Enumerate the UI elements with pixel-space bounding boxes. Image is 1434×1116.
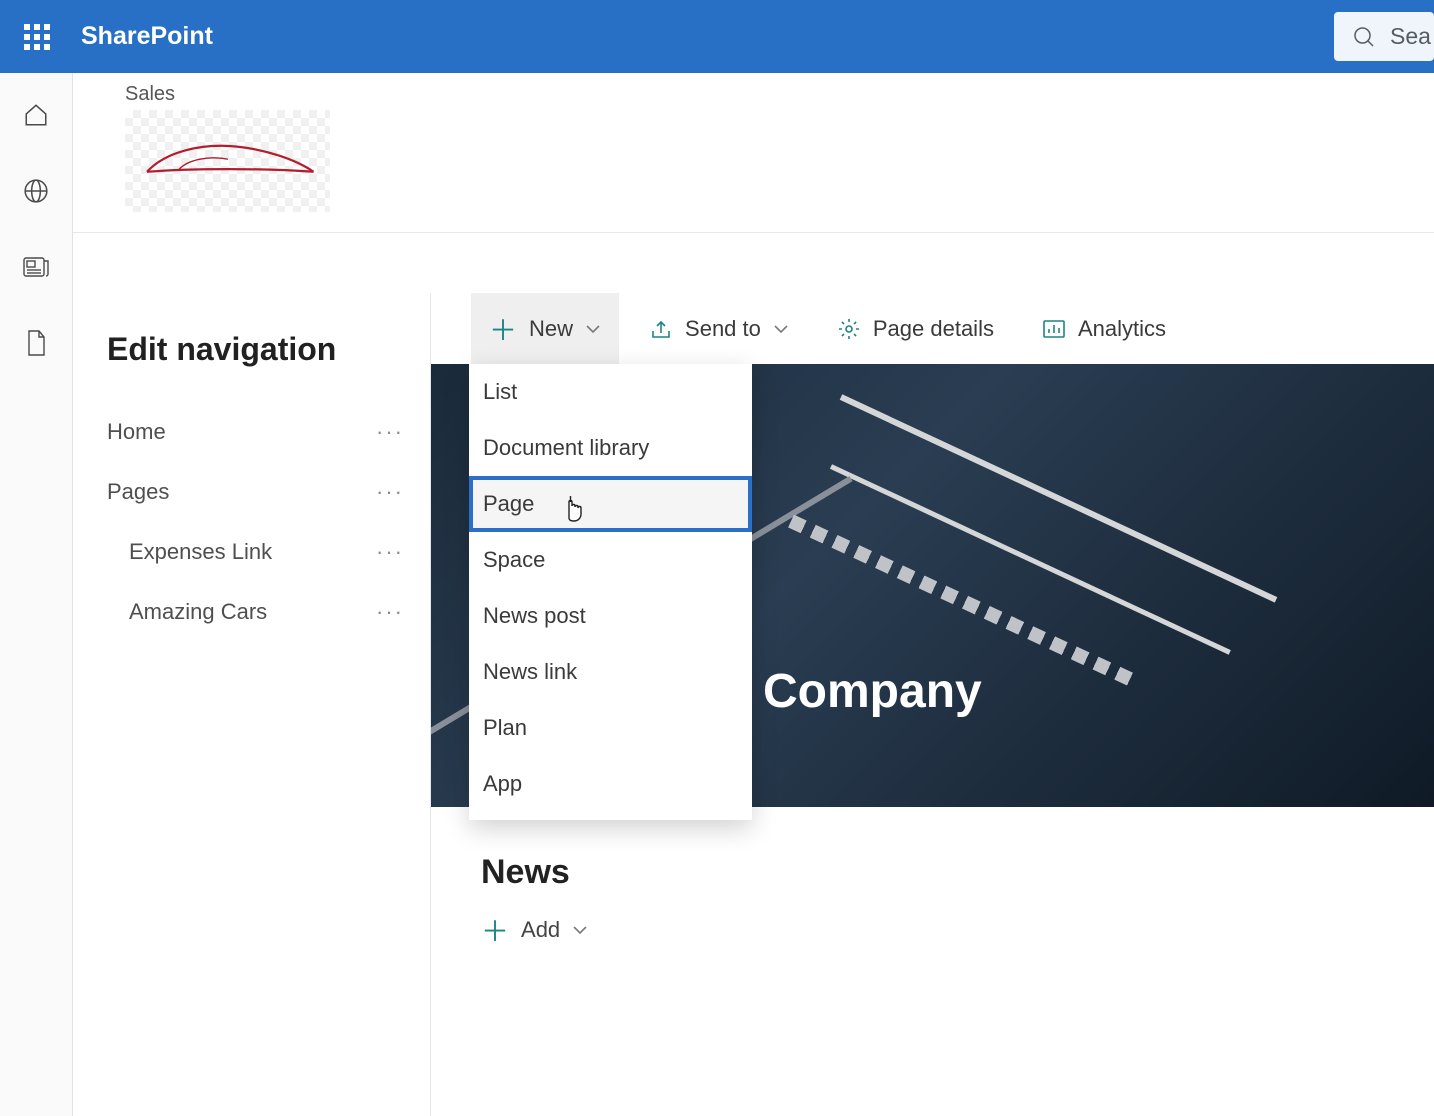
globe-icon[interactable] — [22, 177, 50, 205]
news-heading: News — [481, 853, 588, 892]
site-header: Sales — [73, 73, 1434, 233]
chevron-down-icon — [773, 324, 789, 334]
share-icon — [649, 317, 673, 341]
more-icon[interactable]: ··· — [376, 599, 410, 625]
page-details-button[interactable]: Page details — [819, 293, 1012, 364]
nav-item[interactable]: Amazing Cars ··· — [107, 582, 410, 642]
nav-item[interactable]: Home ··· — [107, 402, 410, 462]
new-dropdown-menu: List Document library Page Space News post Ne… — [469, 364, 752, 820]
nav-item-label: Expenses Link — [107, 539, 272, 565]
analytics-button[interactable]: Analytics — [1024, 293, 1184, 364]
dropdown-item-label: Document library — [483, 435, 649, 461]
news-icon[interactable] — [22, 253, 50, 281]
dropdown-item-label: News link — [483, 659, 577, 685]
more-icon[interactable]: ··· — [376, 419, 410, 445]
more-icon[interactable]: ··· — [376, 479, 410, 505]
command-bar: ＋ New Send to Page details — [431, 293, 1434, 364]
nav-item-label: Home — [107, 419, 166, 445]
suite-header: SharePoint Sea — [0, 0, 1434, 73]
news-add-label: Add — [521, 917, 560, 943]
dropdown-item-label: Page — [483, 491, 534, 517]
main-content: Edit navigation Home···Pages···Expenses … — [73, 293, 1434, 1116]
brand-label[interactable]: SharePoint — [81, 22, 213, 51]
dropdown-item-news-link[interactable]: News link — [469, 644, 752, 700]
chart-icon — [1042, 317, 1066, 341]
dropdown-item-label: News post — [483, 603, 586, 629]
file-icon[interactable] — [22, 329, 50, 357]
news-add-button[interactable]: ＋ Add — [481, 910, 588, 950]
page-details-label: Page details — [873, 316, 994, 342]
dropdown-item-news-post[interactable]: News post — [469, 588, 752, 644]
page-content: ＋ New Send to Page details — [431, 293, 1434, 1116]
search-placeholder: Sea — [1390, 23, 1431, 50]
chevron-down-icon — [585, 324, 601, 334]
dropdown-item-list[interactable]: List — [469, 364, 752, 420]
edit-navigation-panel: Edit navigation Home···Pages···Expenses … — [73, 293, 431, 1116]
dropdown-item-document-library[interactable]: Document library — [469, 420, 752, 476]
news-section: News ＋ Add — [481, 853, 588, 950]
new-button[interactable]: ＋ New — [471, 293, 619, 364]
new-button-label: New — [529, 316, 573, 342]
nav-item-label: Amazing Cars — [107, 599, 267, 625]
dropdown-item-space[interactable]: Space — [469, 532, 752, 588]
nav-panel-title: Edit navigation — [107, 331, 410, 368]
pointer-cursor-icon — [561, 492, 587, 522]
search-icon — [1352, 25, 1376, 49]
plus-icon: ＋ — [489, 309, 517, 349]
car-logo-image — [138, 131, 318, 191]
analytics-label: Analytics — [1078, 316, 1166, 342]
app-launcher-button[interactable] — [0, 0, 73, 73]
dropdown-item-page[interactable]: Page — [469, 476, 752, 532]
send-to-label: Send to — [685, 316, 761, 342]
site-name[interactable]: Sales — [125, 83, 1382, 106]
hero-title-fragment: r Company — [731, 664, 982, 719]
chevron-down-icon — [572, 925, 588, 935]
dropdown-item-label: List — [483, 379, 517, 405]
dropdown-item-plan[interactable]: Plan — [469, 700, 752, 756]
nav-item-label: Pages — [107, 479, 169, 505]
dropdown-item-label: Space — [483, 547, 545, 573]
app-nav-rail — [0, 73, 73, 1116]
send-to-button[interactable]: Send to — [631, 293, 807, 364]
plus-icon: ＋ — [481, 910, 509, 950]
more-icon[interactable]: ··· — [376, 539, 410, 565]
dropdown-item-label: Plan — [483, 715, 527, 741]
search-box[interactable]: Sea — [1334, 12, 1434, 61]
dropdown-item-app[interactable]: App — [469, 756, 752, 812]
site-logo[interactable] — [125, 110, 330, 212]
dropdown-item-label: App — [483, 771, 522, 797]
waffle-icon — [24, 24, 50, 50]
home-icon[interactable] — [22, 101, 50, 129]
gear-icon — [837, 317, 861, 341]
nav-item[interactable]: Expenses Link ··· — [107, 522, 410, 582]
nav-item[interactable]: Pages ··· — [107, 462, 410, 522]
